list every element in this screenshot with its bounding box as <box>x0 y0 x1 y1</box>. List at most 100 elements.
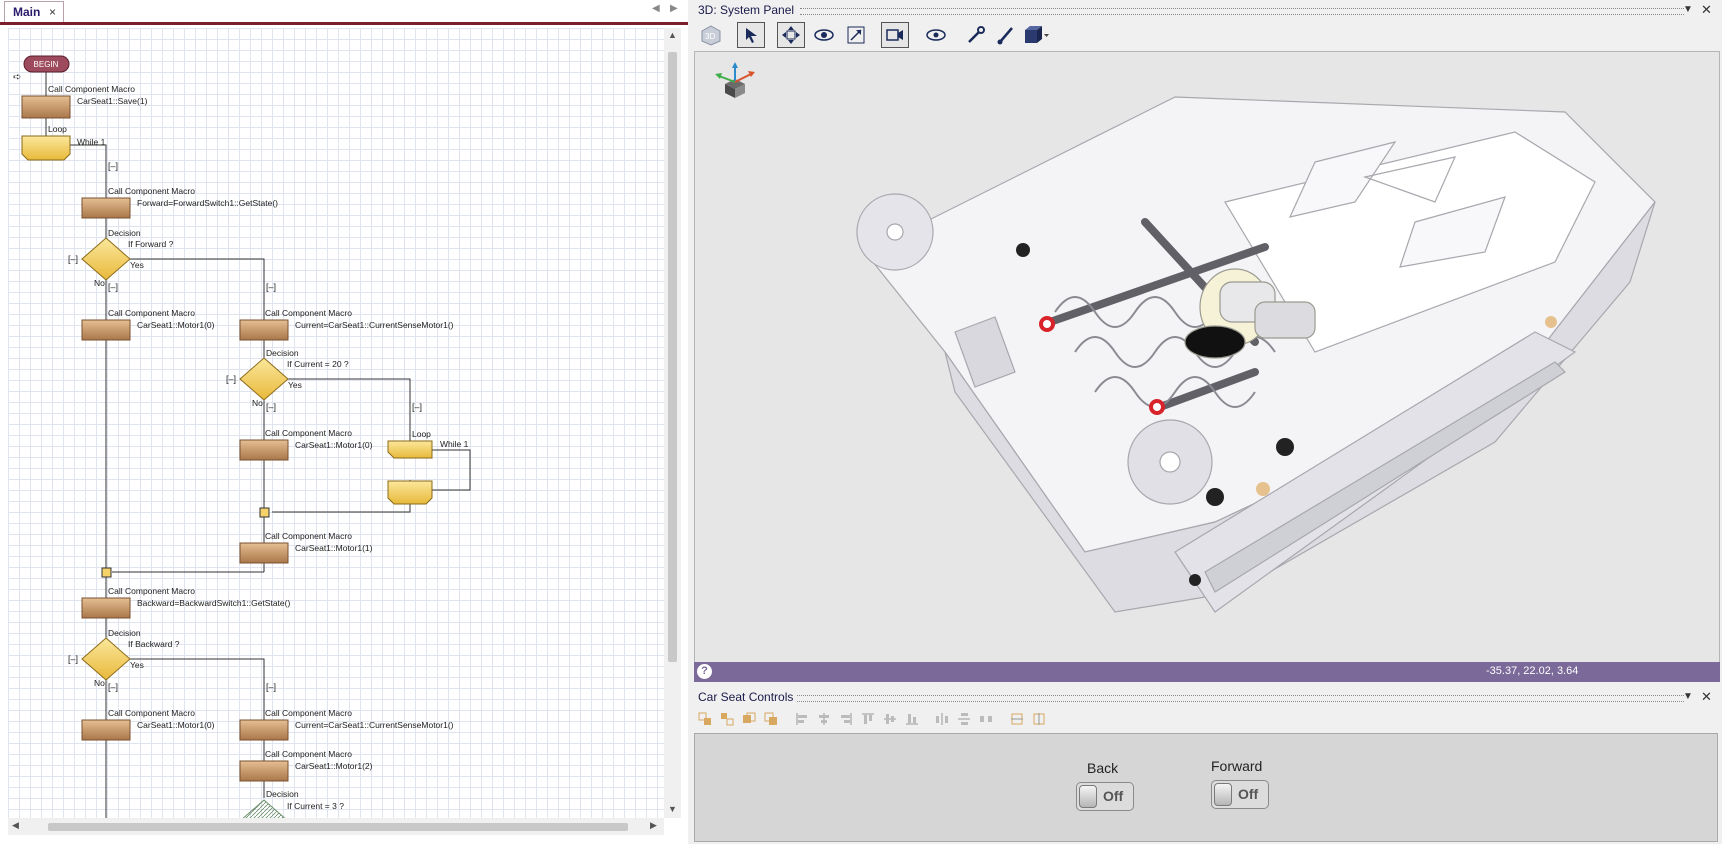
paint-brush-icon[interactable] <box>992 22 1020 48</box>
align-middle-icon[interactable] <box>883 712 897 726</box>
label-no: No <box>94 278 105 288</box>
system-panel-title: 3D: System Panel <box>698 3 795 17</box>
wrench-icon[interactable] <box>962 22 990 48</box>
loop-end-inner[interactable] <box>387 480 433 505</box>
decision-current-3[interactable] <box>240 799 288 818</box>
view-3d-icon[interactable]: 3D <box>697 22 725 48</box>
same-size-icon[interactable] <box>1010 712 1024 726</box>
cursor-coordinates: -35.37, 22.02, 3.64 <box>1486 665 1579 677</box>
cube-view-icon[interactable] <box>1022 22 1050 48</box>
flowchart-canvas[interactable]: BEGIN ➪ Call Component Macro CarSeat1::S… <box>8 28 664 818</box>
macro-block-motor0-inner[interactable] <box>239 439 289 461</box>
tab-bar: Main × ◀ ▶ <box>0 0 688 25</box>
vertical-scrollbar[interactable]: ▲ ▼ <box>664 28 681 818</box>
select-pointer-icon[interactable] <box>737 22 765 48</box>
flowchart-svg: BEGIN ➪ Call Component Macro CarSeat1::S… <box>13 55 471 818</box>
scroll-up-icon[interactable]: ▲ <box>668 30 677 40</box>
forward-switch-label: Forward <box>1211 758 1263 774</box>
collapse-toggle[interactable]: [–] <box>266 282 276 292</box>
label-current-sense: Current=CarSeat1::CurrentSenseMotor1() <box>295 720 454 730</box>
send-back-icon[interactable] <box>764 712 778 726</box>
label-get-forward: Forward=ForwardSwitch1::GetState() <box>137 198 278 208</box>
ungroup-icon[interactable] <box>720 712 734 726</box>
scroll-right-icon[interactable]: ▶ <box>650 820 657 831</box>
loop-block[interactable] <box>21 135 71 161</box>
panel-close-icon[interactable]: ✕ <box>1701 2 1712 18</box>
horizontal-scrollbar[interactable]: ◀ ▶ <box>8 818 664 835</box>
junction-node <box>101 567 112 578</box>
label-get-backward: Backward=BackwardSwitch1::GetState() <box>137 598 290 608</box>
macro-block-save[interactable] <box>21 95 71 119</box>
distribute-horizontal-icon[interactable] <box>935 712 949 726</box>
decision-backward[interactable] <box>81 637 131 681</box>
macro-block-motor1[interactable] <box>239 542 289 564</box>
label-no: No <box>252 398 263 408</box>
scroll-thumb[interactable] <box>48 823 628 831</box>
begin-node[interactable]: BEGIN <box>23 55 70 73</box>
align-bottom-icon[interactable] <box>905 712 919 726</box>
collapse-toggle[interactable]: [–] <box>226 374 236 384</box>
collapse-toggle[interactable]: [–] <box>108 282 118 292</box>
zoom-fit-icon[interactable] <box>842 22 870 48</box>
svg-text:3D: 3D <box>705 32 715 41</box>
panel-menu-icon[interactable]: ▼ <box>1683 691 1693 702</box>
pan-icon[interactable] <box>777 22 805 48</box>
resize-icon[interactable] <box>1032 712 1046 726</box>
label-motor0: CarSeat1::Motor1(0) <box>137 720 215 730</box>
macro-block-motor2[interactable] <box>239 760 289 782</box>
align-top-icon[interactable] <box>861 712 875 726</box>
label-save: CarSeat1::Save(1) <box>77 96 148 106</box>
axis-gizmo-icon[interactable] <box>715 62 755 98</box>
align-left-icon[interactable] <box>795 712 809 726</box>
macro-block-current-sense-back[interactable] <box>239 719 289 741</box>
car-seat-model <box>715 62 1656 613</box>
decision-current-20[interactable] <box>239 357 289 401</box>
collapse-toggle[interactable]: [–] <box>266 402 276 412</box>
label-while: While 1 <box>77 137 106 147</box>
camera-icon[interactable] <box>881 22 909 48</box>
tab-prev-icon[interactable]: ◀ <box>652 3 660 14</box>
label-yes: Yes <box>288 380 302 390</box>
help-icon[interactable]: ? <box>697 664 712 679</box>
bring-front-icon[interactable] <box>742 712 756 726</box>
scroll-thumb[interactable] <box>668 52 677 662</box>
panel-menu-icon[interactable]: ▼ <box>1683 4 1693 15</box>
align-right-icon[interactable] <box>839 712 853 726</box>
macro-block-get-forward[interactable] <box>81 197 131 219</box>
collapse-toggle[interactable]: [–] <box>412 402 422 412</box>
collapse-toggle[interactable]: [–] <box>108 682 118 692</box>
title-gripper[interactable] <box>797 695 1684 702</box>
tab-main[interactable]: Main × <box>4 1 64 22</box>
title-gripper[interactable] <box>800 8 1684 15</box>
macro-block-motor0[interactable] <box>81 319 131 341</box>
collapse-toggle[interactable]: [–] <box>68 254 78 264</box>
collapse-toggle[interactable]: [–] <box>68 654 78 664</box>
align-group-icon[interactable] <box>698 712 712 726</box>
space-evenly-icon[interactable] <box>979 712 993 726</box>
decision-forward[interactable] <box>81 237 131 281</box>
scroll-left-icon[interactable]: ◀ <box>12 820 19 831</box>
junction-node <box>259 507 270 518</box>
tab-next-icon[interactable]: ▶ <box>670 3 678 14</box>
label-yes: Yes <box>130 660 144 670</box>
panel-close-icon[interactable]: ✕ <box>1701 689 1712 705</box>
label-call-macro: Call Component Macro <box>108 308 195 318</box>
close-icon[interactable]: × <box>49 5 56 19</box>
distribute-vertical-icon[interactable] <box>957 712 971 726</box>
loop-block-inner[interactable] <box>387 440 433 459</box>
eye-icon[interactable] <box>922 22 950 48</box>
align-center-icon[interactable] <box>817 712 831 726</box>
label-motor2: CarSeat1::Motor1(2) <box>295 761 373 771</box>
collapse-toggle[interactable]: [–] <box>108 161 118 171</box>
forward-switch[interactable]: Off <box>1211 780 1269 809</box>
scroll-down-icon[interactable]: ▼ <box>668 804 677 814</box>
label-loop: Loop <box>412 429 431 439</box>
label-motor0: CarSeat1::Motor1(0) <box>137 320 215 330</box>
3d-viewport[interactable] <box>694 51 1720 664</box>
macro-block-current-sense[interactable] <box>239 319 289 341</box>
collapse-toggle[interactable]: [–] <box>266 682 276 692</box>
orbit-icon[interactable] <box>810 22 838 48</box>
macro-block-motor0-back[interactable] <box>81 719 131 741</box>
back-switch[interactable]: Off <box>1076 782 1134 811</box>
macro-block-get-backward[interactable] <box>81 597 131 619</box>
